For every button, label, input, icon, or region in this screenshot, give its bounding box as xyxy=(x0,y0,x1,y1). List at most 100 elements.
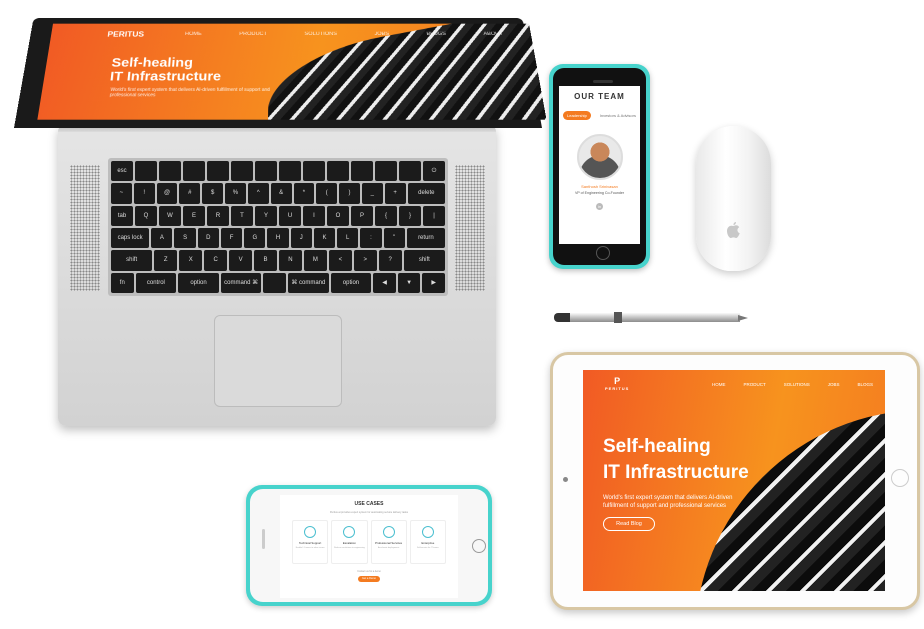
person-name[interactable]: Santhosh Srinivasan xyxy=(559,184,640,189)
keyboard-key[interactable]: * xyxy=(294,183,315,203)
use-case-card[interactable]: Enterprise Self-service for IT teams xyxy=(410,520,446,564)
keyboard-key[interactable]: delete xyxy=(408,183,445,203)
keyboard-key[interactable]: ⌘ command xyxy=(288,273,329,293)
keyboard-key[interactable]: @ xyxy=(157,183,178,203)
keyboard-key[interactable] xyxy=(279,161,301,181)
keyboard-key[interactable] xyxy=(159,161,181,181)
keyboard-key[interactable]: caps lock xyxy=(111,228,149,248)
keyboard-key[interactable] xyxy=(351,161,373,181)
keyboard-key[interactable]: Y xyxy=(255,206,277,226)
keyboard-key[interactable]: T xyxy=(231,206,253,226)
logo[interactable]: P PERITUS xyxy=(605,376,629,391)
keyboard-key[interactable]: R xyxy=(207,206,229,226)
keyboard-key[interactable]: ! xyxy=(134,183,155,203)
linkedin-icon[interactable]: in xyxy=(596,203,603,210)
trackpad[interactable] xyxy=(214,315,342,407)
home-button[interactable] xyxy=(596,246,610,260)
keyboard-key[interactable]: ▶ xyxy=(422,273,445,293)
keyboard-key[interactable]: | xyxy=(423,206,445,226)
keyboard-key[interactable] xyxy=(303,161,325,181)
keyboard-key[interactable]: ) xyxy=(339,183,360,203)
keyboard-key[interactable]: V xyxy=(229,250,252,270)
keyboard-key[interactable]: Z xyxy=(154,250,177,270)
keyboard-key[interactable]: G xyxy=(244,228,265,248)
keyboard-key[interactable]: E xyxy=(183,206,205,226)
keyboard-key[interactable]: D xyxy=(198,228,219,248)
keyboard-key[interactable]: ? xyxy=(379,250,402,270)
keyboard-key[interactable]: ~ xyxy=(111,183,132,203)
keyboard-key[interactable]: K xyxy=(314,228,335,248)
read-blog-button[interactable]: Read Blog xyxy=(603,517,655,531)
keyboard-key[interactable]: tab xyxy=(111,206,133,226)
keyboard-key[interactable]: % xyxy=(225,183,246,203)
keyboard-key[interactable]: B xyxy=(254,250,277,270)
keyboard-key[interactable] xyxy=(263,273,286,293)
keyboard-key[interactable]: $ xyxy=(202,183,223,203)
keyboard-key[interactable]: X xyxy=(179,250,202,270)
keyboard-key[interactable]: { xyxy=(375,206,397,226)
contact-link[interactable]: Contact us for a demo xyxy=(280,570,458,573)
keyboard-key[interactable]: F xyxy=(221,228,242,248)
keyboard-key[interactable]: " xyxy=(384,228,405,248)
keyboard-key[interactable]: shift xyxy=(404,250,445,270)
keyboard-key[interactable] xyxy=(231,161,253,181)
keyboard-key[interactable]: M xyxy=(304,250,327,270)
tablet-home-button[interactable] xyxy=(891,469,909,487)
nav-item-blogs[interactable]: BLOGS xyxy=(426,32,446,37)
keyboard-key[interactable]: option xyxy=(331,273,372,293)
keyboard-key[interactable]: I xyxy=(303,206,325,226)
keyboard-key[interactable]: shift xyxy=(111,250,152,270)
keyboard-key[interactable]: P xyxy=(351,206,373,226)
use-case-card[interactable]: Technical Support Enable L1 teams to sol… xyxy=(292,520,328,564)
keyboard-key[interactable]: ^ xyxy=(248,183,269,203)
keyboard-key[interactable] xyxy=(135,161,157,181)
use-case-card[interactable]: Escalation Reduce escalations to enginee… xyxy=(331,520,367,564)
get-demo-button[interactable]: Get a Demo xyxy=(358,576,380,582)
keyboard-key[interactable] xyxy=(375,161,397,181)
nav-item-product[interactable]: PRODUCT xyxy=(743,382,765,387)
nav-item-solutions[interactable]: SOLUTIONS xyxy=(784,382,810,387)
keyboard-key[interactable]: & xyxy=(271,183,292,203)
keyboard-key[interactable]: ▼ xyxy=(398,273,421,293)
keyboard-key[interactable]: esc xyxy=(111,161,133,181)
keyboard-key[interactable]: fn xyxy=(111,273,134,293)
keyboard-key[interactable]: option xyxy=(178,273,219,293)
keyboard-key[interactable] xyxy=(327,161,349,181)
keyboard-key[interactable]: L xyxy=(337,228,358,248)
keyboard-key[interactable]: } xyxy=(399,206,421,226)
keyboard-key[interactable]: Q xyxy=(135,206,157,226)
keyboard-key[interactable]: < xyxy=(329,250,352,270)
home-button[interactable] xyxy=(472,539,486,553)
keyboard-key[interactable]: : xyxy=(360,228,381,248)
nav-item-blogs[interactable]: BLOGS xyxy=(857,382,873,387)
tab-investors[interactable]: Investors & Advisors xyxy=(600,113,636,118)
keyboard-key[interactable]: ⏻ xyxy=(423,161,445,181)
logo[interactable]: PERITUS xyxy=(107,30,144,38)
nav-item-jobs[interactable]: JOBS xyxy=(828,382,840,387)
keyboard-key[interactable]: return xyxy=(407,228,445,248)
keyboard-key[interactable]: W xyxy=(159,206,181,226)
keyboard-key[interactable]: > xyxy=(354,250,377,270)
keyboard-key[interactable]: A xyxy=(151,228,172,248)
keyboard-key[interactable]: ( xyxy=(316,183,337,203)
keyboard-key[interactable]: ◀ xyxy=(373,273,396,293)
keyboard-key[interactable]: C xyxy=(204,250,227,270)
keyboard-key[interactable]: # xyxy=(179,183,200,203)
nav-item-home[interactable]: HOME xyxy=(712,382,726,387)
keyboard-key[interactable]: U xyxy=(279,206,301,226)
keyboard-key[interactable] xyxy=(255,161,277,181)
keyboard-key[interactable]: N xyxy=(279,250,302,270)
keyboard-key[interactable]: O xyxy=(327,206,349,226)
keyboard-key[interactable]: S xyxy=(174,228,195,248)
keyboard-key[interactable]: control xyxy=(136,273,177,293)
keyboard-key[interactable]: + xyxy=(385,183,406,203)
keyboard-key[interactable] xyxy=(183,161,205,181)
nav-item-about[interactable]: ABOUT xyxy=(483,32,503,37)
keyboard-key[interactable]: _ xyxy=(362,183,383,203)
keyboard-key[interactable]: J xyxy=(291,228,312,248)
nav-item-jobs[interactable]: JOBS xyxy=(374,32,389,37)
tab-leadership[interactable]: Leadership xyxy=(563,111,591,120)
keyboard-key[interactable] xyxy=(207,161,229,181)
keyboard-key[interactable] xyxy=(399,161,421,181)
keyboard-key[interactable]: H xyxy=(267,228,288,248)
